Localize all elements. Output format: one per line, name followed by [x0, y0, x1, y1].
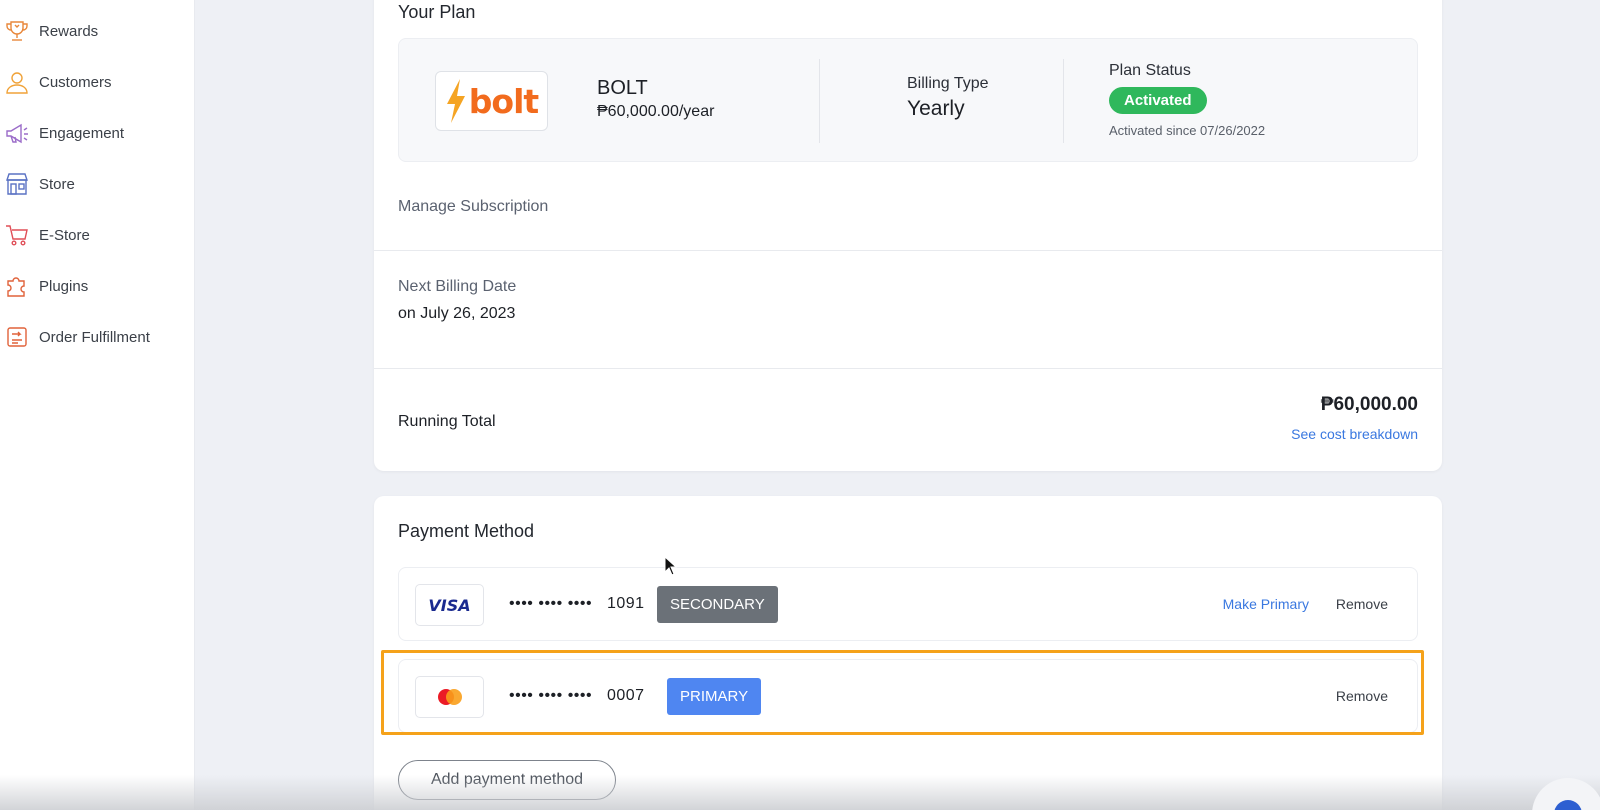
user-icon: [4, 69, 30, 95]
secondary-badge: SECONDARY: [657, 586, 778, 623]
sidebar-item-customers[interactable]: Customers: [0, 62, 195, 102]
mouse-cursor-icon: [664, 556, 678, 576]
primary-badge: PRIMARY: [667, 678, 762, 715]
card-number: •••• •••• •••• 0007: [509, 687, 645, 705]
divider: [819, 59, 820, 143]
add-payment-method-button[interactable]: Add payment method: [398, 760, 616, 800]
card-number-mask: •••• •••• ••••: [509, 687, 593, 704]
card-number-mask: •••• •••• ••••: [509, 595, 593, 612]
sidebar-item-order-fulfillment[interactable]: Order Fulfillment: [0, 317, 195, 357]
payment-row-mastercard: •••• •••• •••• 0007 PRIMARY Remove: [398, 659, 1418, 733]
payment-method-title: Payment Method: [398, 521, 535, 541]
sidebar-item-label: Order Fulfillment: [39, 328, 150, 346]
sidebar-item-store[interactable]: Store: [0, 164, 195, 204]
card-number: •••• •••• •••• 1091: [509, 595, 645, 613]
bolt-logo-text: bolt: [468, 81, 539, 121]
sidebar-item-label: Engagement: [39, 124, 125, 142]
puzzle-icon: [4, 273, 30, 299]
lightning-icon: [446, 79, 465, 123]
sidebar-item-label: E-Store: [39, 226, 90, 244]
payment-row-visa: VISA •••• •••• •••• 1091 SECONDARY Make …: [398, 567, 1418, 641]
next-billing-value: on July 26, 2023: [398, 305, 516, 322]
next-billing-label: Next Billing Date: [398, 278, 517, 295]
receipt-icon: [4, 324, 30, 350]
trophy-icon: [4, 18, 30, 44]
divider: [374, 368, 1442, 369]
sidebar-item-engagement[interactable]: Engagement: [0, 113, 195, 153]
payment-method-card: Payment Method VISA •••• •••• •••• 1091 …: [374, 496, 1442, 810]
sidebar-item-label: Plugins: [39, 277, 89, 295]
sidebar-item-label: Customers: [39, 73, 112, 91]
see-cost-breakdown-link[interactable]: See cost breakdown: [1291, 426, 1418, 442]
sidebar-item-rewards[interactable]: Rewards: [0, 11, 195, 51]
sidebar: Rewards Customers Engagement Store E-Sto…: [0, 0, 195, 810]
running-total-label: Running Total: [398, 413, 496, 430]
your-plan-title: Your Plan: [398, 2, 476, 22]
remove-card-link[interactable]: Remove: [1336, 596, 1388, 612]
card-last4: 1091: [606, 595, 645, 612]
megaphone-icon: [4, 120, 30, 146]
bolt-logo: bolt: [435, 71, 548, 131]
storefront-icon: [4, 171, 30, 197]
plan-price: ₱60,000.00/year: [597, 103, 715, 120]
billing-type-label: Billing Type: [907, 75, 989, 92]
plan-name: BOLT: [597, 77, 648, 99]
remove-card-link[interactable]: Remove: [1336, 688, 1388, 704]
divider: [374, 250, 1442, 251]
mastercard-circles-icon: [437, 689, 462, 705]
plan-status-label: Plan Status: [1109, 62, 1191, 79]
cart-icon: [4, 222, 30, 248]
plan-card: Your Plan bolt BOLT ₱60,000.00/year Bill…: [374, 0, 1442, 471]
manage-subscription-link[interactable]: Manage Subscription: [398, 198, 548, 216]
sidebar-item-e-store[interactable]: E-Store: [0, 215, 195, 255]
divider: [1063, 59, 1064, 143]
sidebar-item-plugins[interactable]: Plugins: [0, 266, 195, 306]
visa-brand-text: VISA: [428, 595, 471, 615]
billing-type-value: Yearly: [907, 97, 965, 120]
sidebar-item-label: Rewards: [39, 22, 99, 40]
running-total-amount: ₱60,000.00: [1320, 394, 1418, 415]
activated-since-text: Activated since 07/26/2022: [1109, 123, 1266, 138]
mastercard-icon: [415, 676, 484, 718]
plan-summary-box: bolt BOLT ₱60,000.00/year Billing Type Y…: [398, 38, 1418, 162]
make-primary-link[interactable]: Make Primary: [1223, 596, 1309, 612]
card-last4: 0007: [606, 687, 645, 704]
visa-icon: VISA: [415, 584, 484, 626]
status-badge: Activated: [1109, 87, 1207, 114]
sidebar-item-label: Store: [39, 175, 75, 193]
